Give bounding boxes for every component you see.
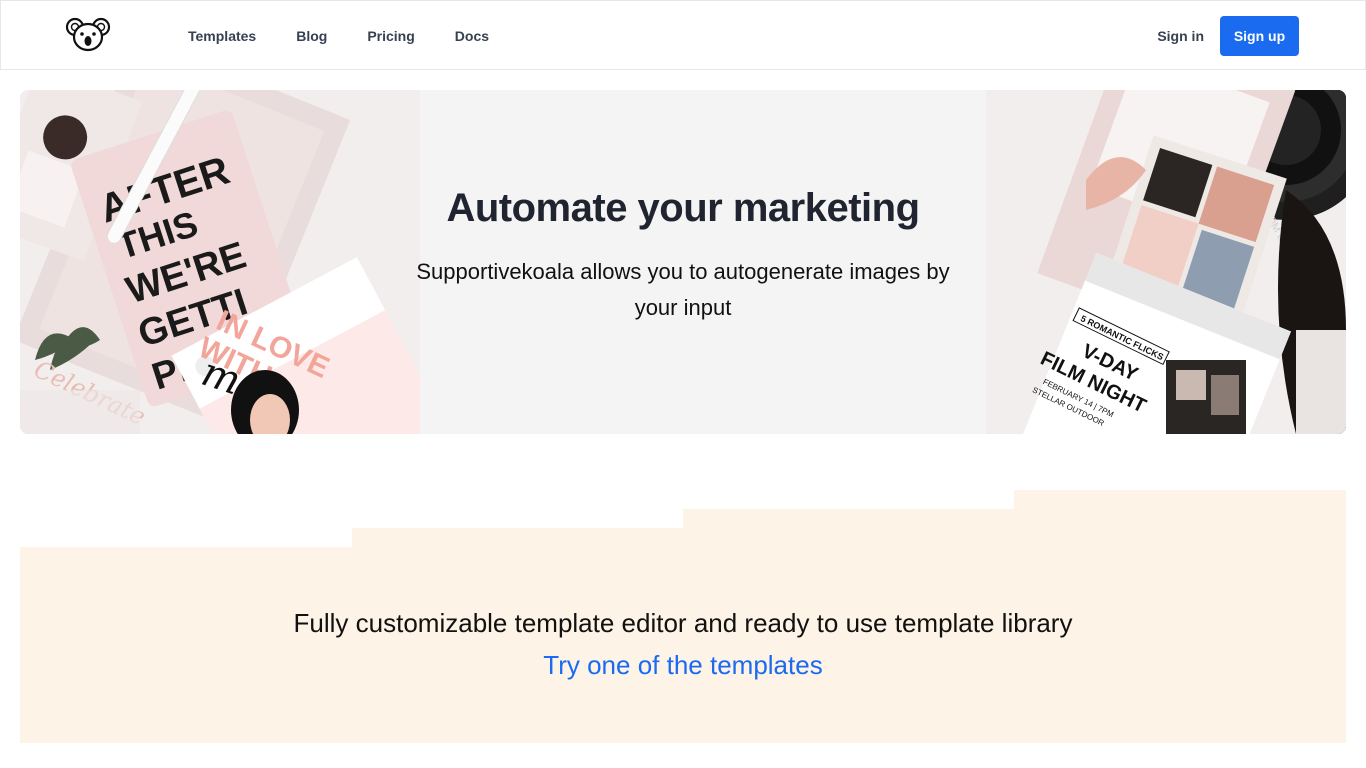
- top-navbar: Templates Blog Pricing Docs Sign in Sign…: [0, 0, 1366, 70]
- koala-logo-icon[interactable]: [65, 15, 111, 55]
- hero-title: Automate your marketing: [446, 186, 920, 230]
- feature-bg-step-1: [20, 547, 1346, 743]
- nav-templates-link[interactable]: Templates: [188, 28, 256, 44]
- sign-up-button[interactable]: Sign up: [1220, 16, 1299, 56]
- nav-pricing-link[interactable]: Pricing: [367, 28, 414, 44]
- hero-subtitle: Supportivekoala allows you to autogenera…: [416, 259, 950, 320]
- main-nav: Templates Blog Pricing Docs: [188, 1, 529, 71]
- hero-left-collage: AFTER THIS WE'RE GETTI PIZZ IN LOVE WITH…: [20, 90, 420, 434]
- nav-blog-link[interactable]: Blog: [296, 28, 327, 44]
- auth-actions: Sign in Sign up: [1157, 16, 1299, 56]
- sign-in-link[interactable]: Sign in: [1157, 28, 1204, 44]
- feature-bg-step-2: [352, 528, 1346, 548]
- feature-bg-step-4: [1014, 490, 1346, 510]
- feature-bg-step-3: [683, 509, 1346, 529]
- feature-description: Fully customizable template editor and r…: [293, 608, 1073, 638]
- hero-banner: AFTER THIS WE'RE GETTI PIZZ IN LOVE WITH…: [20, 90, 1346, 434]
- try-templates-link[interactable]: Try one of the templates: [20, 650, 1346, 681]
- nav-docs-link[interactable]: Docs: [455, 28, 489, 44]
- hero-right-collage: CANON ZOOM LENS 5 ROMANTIC FLICKS V-DAY: [986, 90, 1346, 434]
